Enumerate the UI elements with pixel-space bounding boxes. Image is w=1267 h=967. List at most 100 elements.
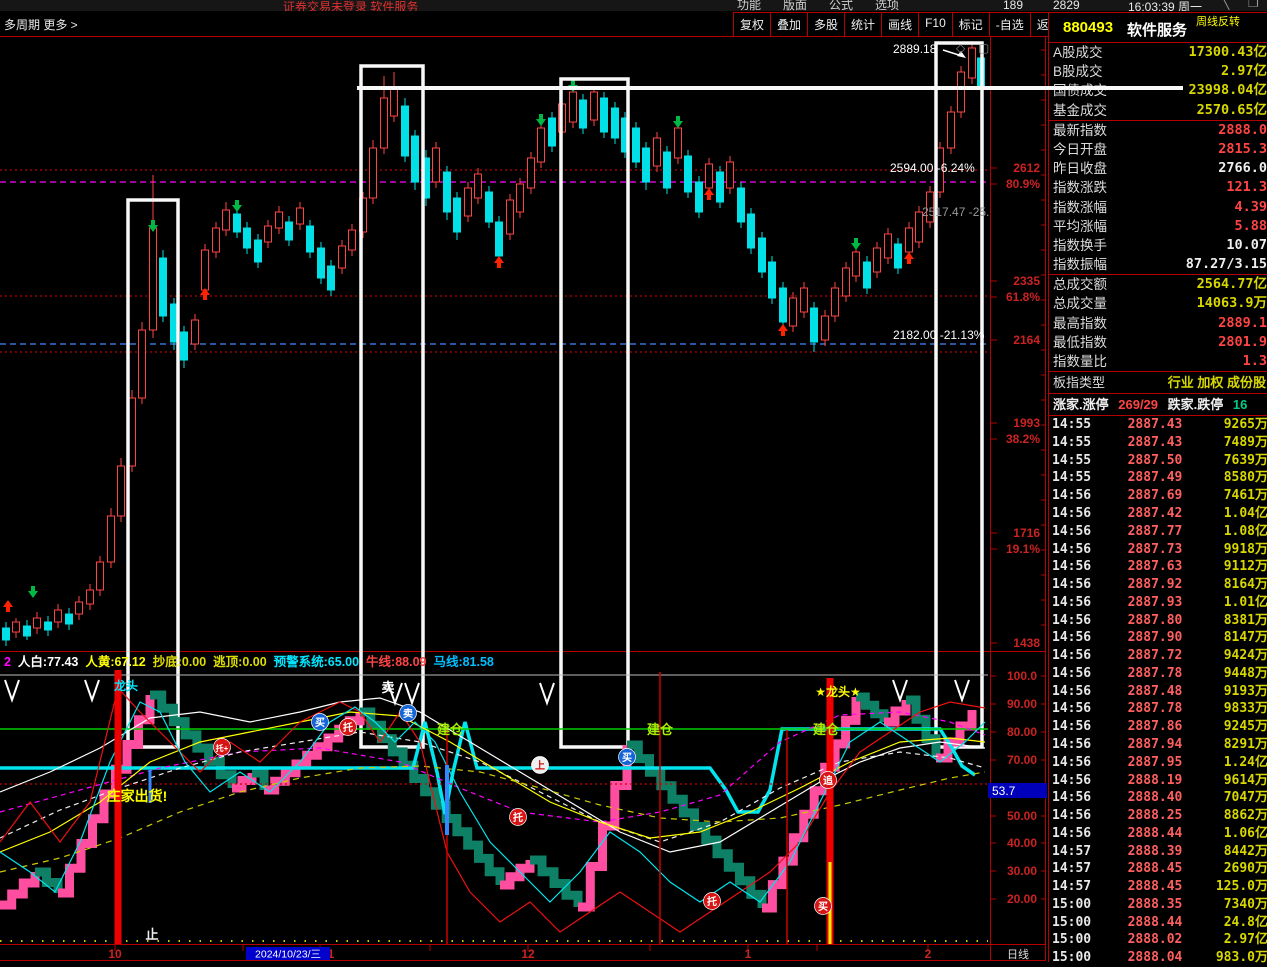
tick-row[interactable]: 14:56 2887.94 8291万 <box>1049 736 1267 754</box>
period-switcher[interactable]: 多周期 更多 > <box>4 16 78 33</box>
quote-label: 总成交额 <box>1053 277 1107 293</box>
toolbar-button-标记[interactable]: 标记 <box>952 13 990 36</box>
quote-panel: 880493 软件服务 周线反转 A股成交 17300.43亿 B股成交 2.97亿国… <box>1048 12 1267 965</box>
svg-text:◇: ◇ <box>956 41 966 55</box>
decliners-value: 16 <box>1232 397 1248 413</box>
tick-list[interactable]: 14:55 2887.43 9265万 14:55 2887.43 7489万 14:55 2… <box>1049 416 1267 967</box>
tick-row[interactable]: 14:56 2887.77 1.08亿 <box>1049 523 1267 541</box>
drawn-rectangle[interactable] <box>559 77 630 749</box>
indicator-annotation: ★龙头★ <box>815 684 861 699</box>
signal-badge: 托 <box>703 892 721 910</box>
window-control-icon[interactable]: ❐ <box>1248 0 1259 10</box>
tick-row[interactable]: 14:56 2888.44 1.06亿 <box>1049 825 1267 843</box>
sell-arrow-icon <box>536 114 546 126</box>
menu-2[interactable]: 公式 <box>829 0 853 11</box>
svg-text:托: 托 <box>513 811 523 824</box>
tick-row[interactable]: 14:55 2887.49 8580万 <box>1049 469 1267 487</box>
candle <box>653 137 661 167</box>
svg-text:50.00: 50.00 <box>1007 809 1037 823</box>
menu-0[interactable]: 功能 <box>737 0 761 11</box>
drawn-horizontal-line[interactable] <box>357 86 1183 90</box>
candle <box>579 99 587 129</box>
sell-arrow-icon <box>851 238 861 250</box>
candle <box>873 247 881 273</box>
market-turnover-section: A股成交 17300.43亿 B股成交 2.97亿 国债成交 23998.04亿 基金成交 2… <box>1049 43 1267 121</box>
toolbar-button-统计[interactable]: 统计 <box>845 13 883 36</box>
tick-row[interactable]: 14:56 2887.80 8381万 <box>1049 612 1267 630</box>
tick-row[interactable]: 14:56 2887.72 9424万 <box>1049 647 1267 665</box>
tick-row[interactable]: 14:56 2887.63 9112万 <box>1049 558 1267 576</box>
svg-text:90.00: 90.00 <box>1007 697 1037 711</box>
candle <box>495 221 503 257</box>
toolbar-button--自选[interactable]: -自选 <box>989 13 1031 36</box>
svg-text:2594.00 -6.24%: 2594.00 -6.24% <box>890 161 975 175</box>
tick-row[interactable]: 14:55 2887.43 9265万 <box>1049 416 1267 434</box>
highlight-boxes <box>126 41 984 749</box>
quote-label: 昨日收盘 <box>1053 161 1107 177</box>
tick-row[interactable]: 14:57 2888.45 2690万 <box>1049 860 1267 878</box>
tick-row[interactable]: 14:55 2887.43 7489万 <box>1049 434 1267 452</box>
quote-row: 总成交量 14063.9万 <box>1049 294 1267 313</box>
quote-label: 基金成交 <box>1053 102 1107 118</box>
tick-row[interactable]: 15:00 2888.04 983.0万 <box>1049 949 1267 967</box>
tick-row[interactable]: 14:56 2887.92 8164万 <box>1049 576 1267 594</box>
candle <box>485 191 493 223</box>
tick-row[interactable]: 14:55 2887.50 7639万 <box>1049 452 1267 470</box>
quote-header[interactable]: 880493 软件服务 周线反转 <box>1049 13 1267 43</box>
period-label[interactable]: 日线 <box>1007 947 1029 961</box>
quote-value: 87.27/3.15 <box>1185 256 1267 273</box>
candle <box>642 147 650 183</box>
board-type-value: 行业 加权 成份股 <box>1167 375 1266 391</box>
tick-row[interactable]: 14:56 2888.25 8862万 <box>1049 807 1267 825</box>
v-mark <box>404 682 420 707</box>
candle <box>831 287 839 317</box>
decliners-label: 跌家.跌停 <box>1167 397 1224 413</box>
candle <box>779 287 787 323</box>
candle <box>506 199 514 235</box>
tick-row[interactable]: 14:57 2888.45 125.0万 <box>1049 878 1267 896</box>
quote-row: 昨日收盘 2766.0 <box>1049 159 1267 178</box>
candle <box>957 71 965 113</box>
signal-badge: 托 <box>339 718 357 736</box>
tick-row[interactable]: 14:56 2887.69 7461万 <box>1049 487 1267 505</box>
candle <box>590 91 598 121</box>
candle <box>611 107 619 139</box>
quote-value: 2564.77亿 <box>1196 276 1267 293</box>
window-titlebar: 证券交易未登录 软件服务 功能 版面 公式 选项 189 2829 16:03:39 … <box>0 0 1267 11</box>
tick-row[interactable]: 15:00 2888.02 2.97亿 <box>1049 931 1267 949</box>
tick-row[interactable]: 14:56 2887.48 9193万 <box>1049 683 1267 701</box>
tick-row[interactable]: 14:56 2887.93 1.01亿 <box>1049 594 1267 612</box>
tick-row[interactable]: 14:56 2887.95 1.24亿 <box>1049 754 1267 772</box>
toolbar-button-复权[interactable]: 复权 <box>734 13 772 36</box>
tick-row[interactable]: 14:56 2887.90 8147万 <box>1049 629 1267 647</box>
toolbar-button-多股[interactable]: 多股 <box>808 13 846 36</box>
indicator-panel: 2 人白:77.43 人黄:67.12 抄底:0.00 逃顶:0.00 预警系统… <box>0 654 988 944</box>
toolbar-button-画线[interactable]: 画线 <box>882 13 920 36</box>
tick-row[interactable]: 14:56 2888.19 9614万 <box>1049 772 1267 790</box>
tick-row[interactable]: 14:56 2887.78 9448万 <box>1049 665 1267 683</box>
chart-canvas[interactable]: 2889.18 2594.00 -6.24% 2517.47 -25. 2182.00… <box>0 36 1047 961</box>
toolbar-button-叠加[interactable]: 叠加 <box>771 13 809 36</box>
tick-row[interactable]: 14:56 2887.86 9245万 <box>1049 718 1267 736</box>
candle <box>401 105 409 157</box>
tick-row[interactable]: 14:56 2887.42 1.04亿 <box>1049 505 1267 523</box>
menu-3[interactable]: 选项 <box>875 0 899 11</box>
tick-row[interactable]: 14:56 2887.73 9918万 <box>1049 541 1267 559</box>
window-control-icon[interactable]: ╲ <box>1222 0 1229 10</box>
tick-row[interactable]: 14:56 2888.40 7047万 <box>1049 789 1267 807</box>
candle <box>233 213 241 233</box>
tick-row[interactable]: 14:57 2888.39 8442万 <box>1049 843 1267 861</box>
tick-row[interactable]: 14:56 2887.78 9833万 <box>1049 700 1267 718</box>
signal-badge: 买 <box>814 897 832 915</box>
candle <box>464 187 472 217</box>
svg-text:买: 买 <box>818 901 828 913</box>
candle <box>674 127 682 159</box>
quote-row: 总成交额 2564.77亿 <box>1049 275 1267 294</box>
index-stats-section: 最新指数 2888.0 今日开盘 2815.3 昨日收盘 2766.0 指数涨跌 121.3 指… <box>1049 121 1267 276</box>
tick-row[interactable]: 15:00 2888.44 24.8亿 <box>1049 914 1267 932</box>
candle <box>726 161 734 189</box>
indicator-annotation: 卖 <box>381 680 394 695</box>
toolbar-button-F10[interactable]: F10 <box>919 13 953 36</box>
tick-row[interactable]: 15:00 2888.35 7340万 <box>1049 896 1267 914</box>
menu-1[interactable]: 版面 <box>783 0 807 11</box>
